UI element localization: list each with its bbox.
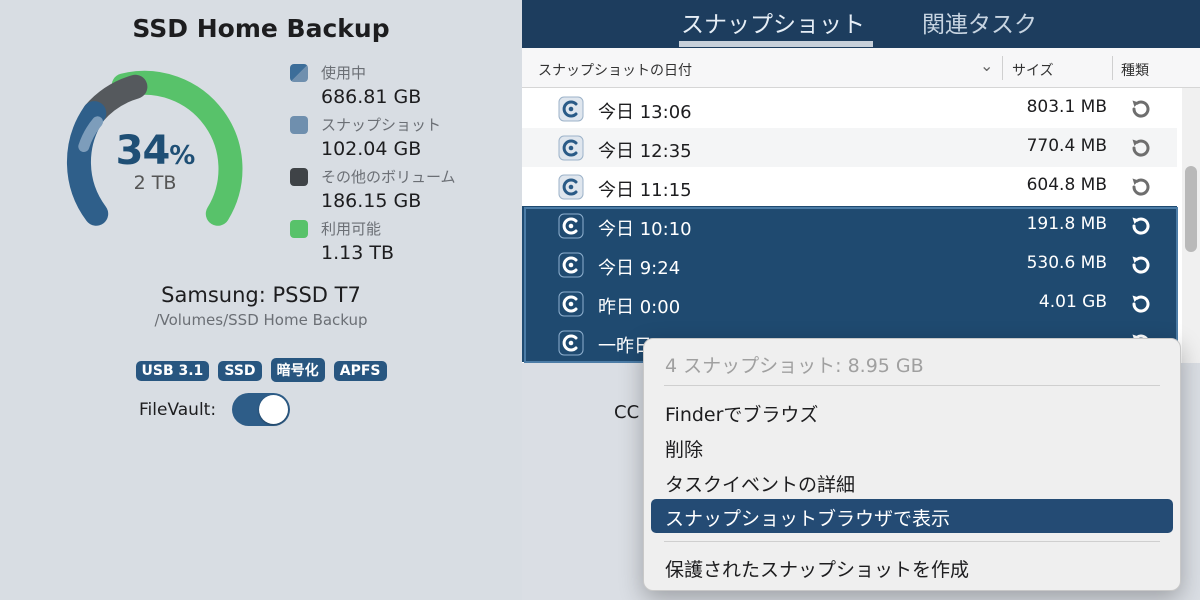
- table-row[interactable]: 今日 12:35 770.4 MB: [522, 128, 1177, 167]
- active-tab-indicator: [679, 41, 873, 47]
- snapshot-table: スナップショットの日付 ⌄ サイズ 種類 今日 13:06 803.1 MB 今日 …: [522, 48, 1200, 363]
- snapshot-size: 4.01 GB: [1038, 292, 1107, 312]
- column-header-type[interactable]: 種類: [1121, 60, 1149, 80]
- snapshot-date: 今日 12:35: [598, 141, 692, 162]
- tab-bar: スナップショット 関連タスク: [522, 0, 1200, 48]
- snapshot-date: 今日 9:24: [598, 258, 681, 279]
- menu-separator: [664, 385, 1160, 386]
- snapshot-icon: [558, 96, 584, 122]
- badge-apfs: APFS: [333, 361, 387, 381]
- restore-icon[interactable]: [1128, 214, 1152, 238]
- volume-panel: SSD Home Backup 34% 2 TB 使用中 686.81 GB ス…: [0, 0, 522, 600]
- snapshot-swatch-icon: [290, 116, 308, 134]
- table-row[interactable]: 今日 10:10 191.8 MB: [522, 206, 1177, 245]
- context-menu: 4 スナップショット: 8.95 GB Finderでブラウズ 削除 タスクイベ…: [643, 338, 1181, 591]
- snapshot-icon: [558, 291, 584, 317]
- tab-related-tasks[interactable]: 関連タスク: [922, 5, 1037, 39]
- snapshot-icon: [558, 330, 584, 356]
- available-swatch-icon: [290, 220, 308, 238]
- restore-icon[interactable]: [1128, 292, 1152, 316]
- column-divider: [1002, 56, 1003, 80]
- column-header-date[interactable]: スナップショットの日付: [538, 60, 692, 80]
- other-volumes-swatch-icon: [290, 168, 308, 186]
- filevault-label: FileVault:: [139, 400, 217, 420]
- restore-icon[interactable]: [1128, 136, 1152, 160]
- legend-other-volumes: その他のボリューム 186.15 GB: [290, 164, 510, 216]
- badge-usb: USB 3.1: [135, 361, 210, 381]
- snapshot-size: 803.1 MB: [1026, 97, 1107, 117]
- device-name: Samsung: PSSD T7: [161, 283, 361, 307]
- menu-item-delete[interactable]: 削除: [651, 430, 1173, 464]
- menu-item-browse-in-finder[interactable]: Finderでブラウズ: [651, 395, 1173, 429]
- legend-snapshots: スナップショット 102.04 GB: [290, 112, 510, 164]
- snapshot-size: 191.8 MB: [1026, 214, 1107, 234]
- badge-ssd: SSD: [218, 361, 262, 381]
- used-swatch-icon: [290, 64, 308, 82]
- background-label: CC: [614, 402, 640, 423]
- chevron-down-icon[interactable]: ⌄: [980, 56, 993, 75]
- menu-item-task-event-details[interactable]: タスクイベントの詳細: [651, 465, 1173, 499]
- snapshot-date: 今日 10:10: [598, 219, 692, 240]
- table-scrollbar[interactable]: [1182, 88, 1200, 363]
- scroll-thumb[interactable]: [1185, 166, 1197, 252]
- menu-header-selection-summary: 4 スナップショット: 8.95 GB: [665, 355, 924, 377]
- snapshot-icon: [558, 135, 584, 161]
- restore-icon[interactable]: [1128, 175, 1152, 199]
- table-header: スナップショットの日付 ⌄ サイズ 種類: [522, 48, 1200, 88]
- volume-badges: USB 3.1 SSD 暗号化 APFS: [0, 358, 522, 382]
- snapshot-icon: [558, 213, 584, 239]
- column-header-size[interactable]: サイズ: [1012, 60, 1054, 80]
- tab-snapshots[interactable]: スナップショット: [681, 5, 865, 39]
- usage-percent: 34%: [115, 128, 196, 174]
- menu-item-show-in-snapshot-browser[interactable]: スナップショットブラウザで表示: [651, 499, 1173, 533]
- toggle-knob: [259, 395, 288, 424]
- snapshot-size: 530.6 MB: [1026, 253, 1107, 273]
- menu-separator: [664, 541, 1160, 542]
- snapshot-date: 今日 13:06: [598, 102, 692, 123]
- snapshot-size: 604.8 MB: [1026, 175, 1107, 195]
- volume-path: /Volumes/SSD Home Backup: [154, 311, 368, 329]
- snapshot-size: 770.4 MB: [1026, 136, 1107, 156]
- usage-legend: 使用中 686.81 GB スナップショット 102.04 GB その他のボリュ…: [290, 60, 510, 268]
- table-row[interactable]: 今日 11:15 604.8 MB: [522, 167, 1177, 206]
- legend-available: 利用可能 1.13 TB: [290, 216, 510, 268]
- legend-used: 使用中 686.81 GB: [290, 60, 510, 112]
- snapshot-date: 今日 11:15: [598, 180, 692, 201]
- snapshot-icon: [558, 174, 584, 200]
- restore-icon[interactable]: [1128, 97, 1152, 121]
- menu-item-create-protected-snapshot[interactable]: 保護されたスナップショットを作成: [651, 550, 1173, 584]
- volume-capacity: 2 TB: [133, 172, 177, 194]
- filevault-toggle[interactable]: [232, 393, 290, 426]
- volume-title: SSD Home Backup: [132, 14, 390, 43]
- table-row[interactable]: 昨日 0:00 4.01 GB: [522, 284, 1177, 323]
- column-divider: [1112, 56, 1113, 80]
- restore-icon[interactable]: [1128, 253, 1152, 277]
- snapshot-icon: [558, 252, 584, 278]
- table-row[interactable]: 今日 13:06 803.1 MB: [522, 89, 1177, 128]
- snapshot-date: 昨日 0:00: [598, 297, 681, 318]
- badge-encrypted: 暗号化: [270, 358, 325, 382]
- table-row[interactable]: 今日 9:24 530.6 MB: [522, 245, 1177, 284]
